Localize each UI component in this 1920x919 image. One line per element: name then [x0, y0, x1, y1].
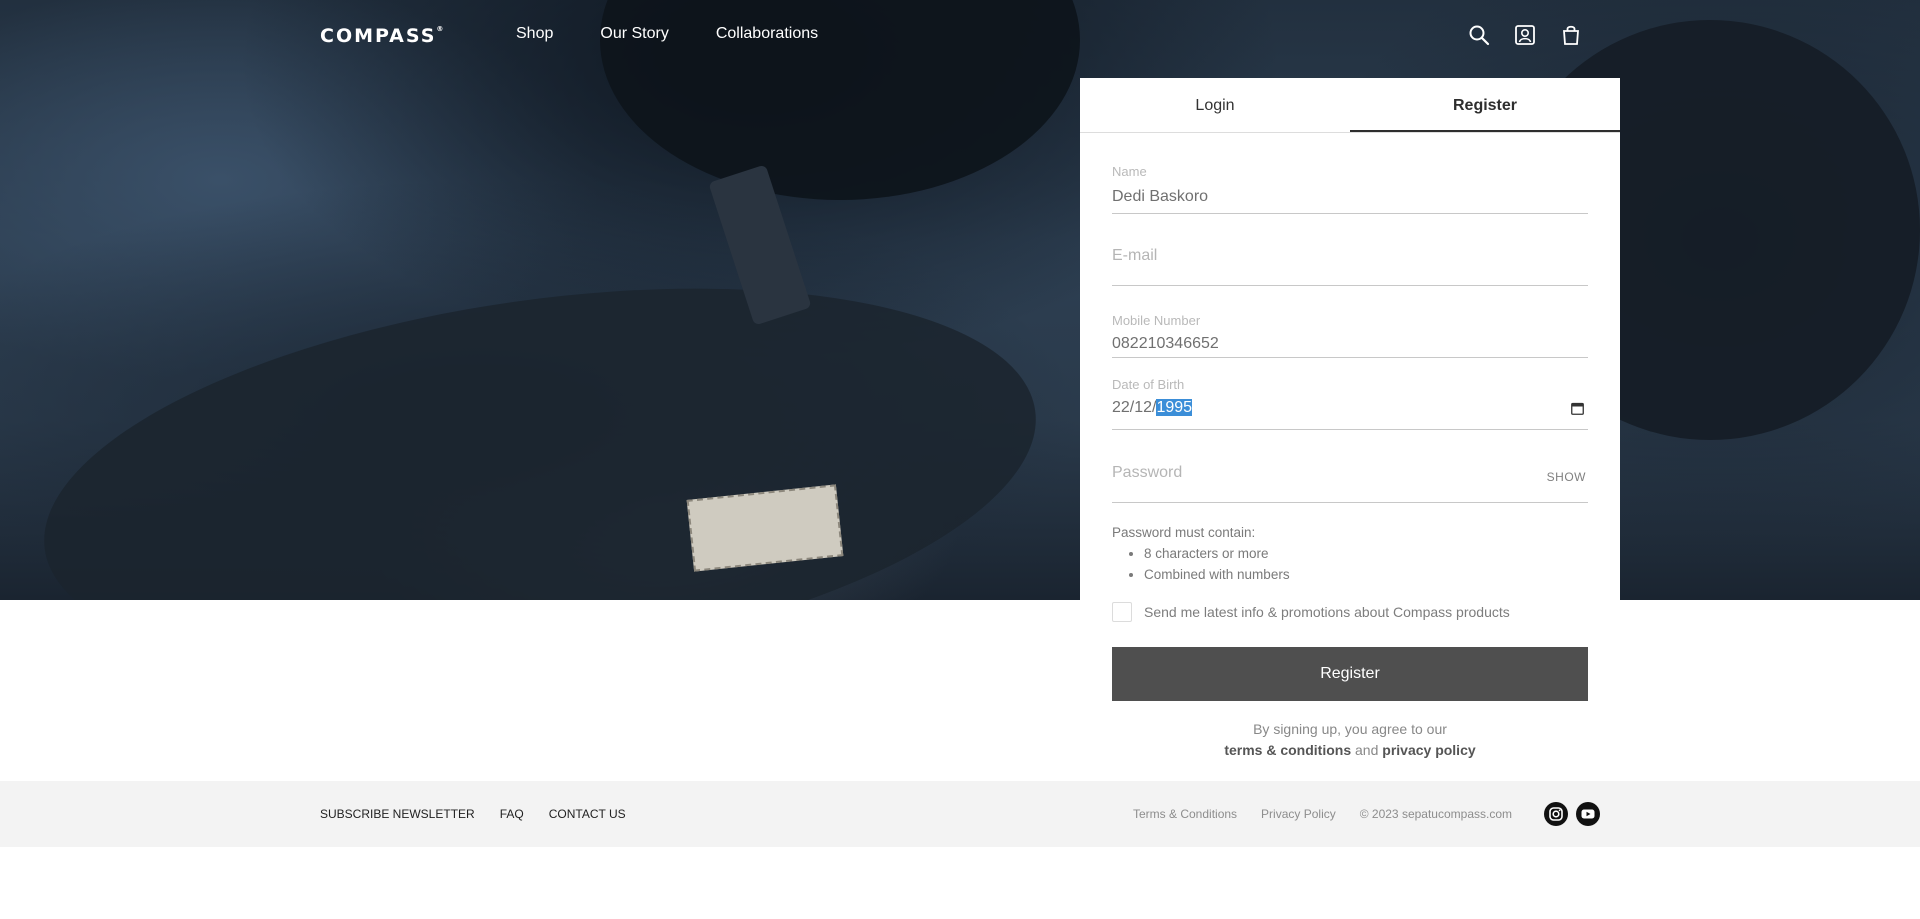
calendar-icon[interactable]: [1571, 402, 1584, 415]
password-rule-item: 8 characters or more: [1144, 543, 1588, 564]
instagram-icon[interactable]: [1544, 802, 1568, 826]
footer-faq[interactable]: FAQ: [500, 807, 524, 821]
hero-image: [0, 0, 1920, 600]
nav-collaborations[interactable]: Collaborations: [716, 25, 818, 43]
footer-terms[interactable]: Terms & Conditions: [1133, 807, 1237, 821]
search-icon[interactable]: [1468, 24, 1490, 46]
brand-logo[interactable]: COMPASS®: [320, 25, 443, 47]
footer-copyright: © 2023 sepatucompass.com: [1359, 807, 1512, 821]
dob-year-selected: 1995: [1156, 399, 1193, 416]
privacy-link[interactable]: privacy policy: [1382, 742, 1475, 758]
mobile-input[interactable]: 082210346652: [1112, 335, 1219, 353]
dob-input[interactable]: 22/12/1995: [1112, 399, 1193, 417]
site-footer: SUBSCRIBE NEWSLETTER FAQ CONTACT US Term…: [0, 781, 1920, 847]
tab-register[interactable]: Register: [1350, 78, 1620, 132]
dob-field[interactable]: Date of Birth 22/12/1995: [1112, 358, 1588, 430]
footer-left-links: SUBSCRIBE NEWSLETTER FAQ CONTACT US: [320, 807, 651, 821]
brand-logo-text: COMPASS: [320, 25, 437, 47]
name-input[interactable]: Dedi Baskoro: [1112, 188, 1588, 206]
footer-privacy[interactable]: Privacy Policy: [1261, 807, 1336, 821]
legal-links: terms & conditions and privacy policy: [1112, 740, 1588, 761]
legal-notice: By signing up, you agree to our terms & …: [1112, 719, 1588, 761]
password-rules-title: Password must contain:: [1112, 525, 1256, 540]
name-field[interactable]: Name Dedi Baskoro: [1112, 164, 1588, 214]
brand-logo-mark: ®: [436, 25, 444, 33]
nav-shop[interactable]: Shop: [516, 25, 553, 43]
site-header: COMPASS® Shop Our Story Collaborations: [0, 0, 1920, 70]
cart-icon[interactable]: [1560, 24, 1582, 46]
password-rule-item: Combined with numbers: [1144, 564, 1588, 585]
nav-our-story[interactable]: Our Story: [600, 25, 668, 43]
mobile-field[interactable]: Mobile Number 082210346652: [1112, 286, 1588, 358]
main-nav: Shop Our Story Collaborations: [516, 25, 865, 43]
dob-day-month: 22/12/: [1112, 399, 1157, 416]
page: COMPASS® Shop Our Story Collaborations L…: [0, 0, 1920, 919]
footer-contact-us[interactable]: CONTACT US: [549, 807, 626, 821]
password-rules-list: 8 characters or more Combined with numbe…: [1144, 543, 1588, 585]
newsletter-checkbox[interactable]: [1112, 602, 1132, 622]
password-rules: Password must contain: 8 characters or m…: [1112, 522, 1588, 585]
account-icon[interactable]: [1514, 24, 1536, 46]
terms-link[interactable]: terms & conditions: [1224, 742, 1351, 758]
email-input[interactable]: E-mail: [1112, 247, 1157, 265]
password-field[interactable]: Password SHOW: [1112, 430, 1588, 503]
show-password-toggle[interactable]: SHOW: [1547, 470, 1586, 484]
legal-and: and: [1355, 742, 1379, 758]
header-actions: [1468, 24, 1582, 46]
auth-card: Login Register Name Dedi Baskoro E-mail …: [1080, 78, 1620, 790]
email-field[interactable]: E-mail: [1112, 214, 1588, 286]
footer-subscribe-newsletter[interactable]: SUBSCRIBE NEWSLETTER: [320, 807, 475, 821]
social-links: [1544, 802, 1600, 826]
auth-tabs: Login Register: [1080, 78, 1620, 133]
newsletter-optin[interactable]: Send me latest info & promotions about C…: [1112, 602, 1588, 622]
name-label: Name: [1112, 164, 1147, 179]
hero-shoe-shape: [19, 232, 1061, 600]
newsletter-optin-label: Send me latest info & promotions about C…: [1144, 604, 1510, 620]
mobile-label: Mobile Number: [1112, 313, 1201, 328]
tab-login[interactable]: Login: [1080, 78, 1350, 132]
footer-right-links: Terms & Conditions Privacy Policy © 2023…: [1133, 807, 1536, 821]
register-button[interactable]: Register: [1112, 647, 1588, 701]
register-form: Name Dedi Baskoro E-mail Mobile Number 0…: [1080, 164, 1620, 761]
password-input[interactable]: Password: [1112, 464, 1182, 482]
youtube-icon[interactable]: [1576, 802, 1600, 826]
legal-line: By signing up, you agree to our: [1253, 721, 1447, 737]
dob-label: Date of Birth: [1112, 377, 1185, 392]
